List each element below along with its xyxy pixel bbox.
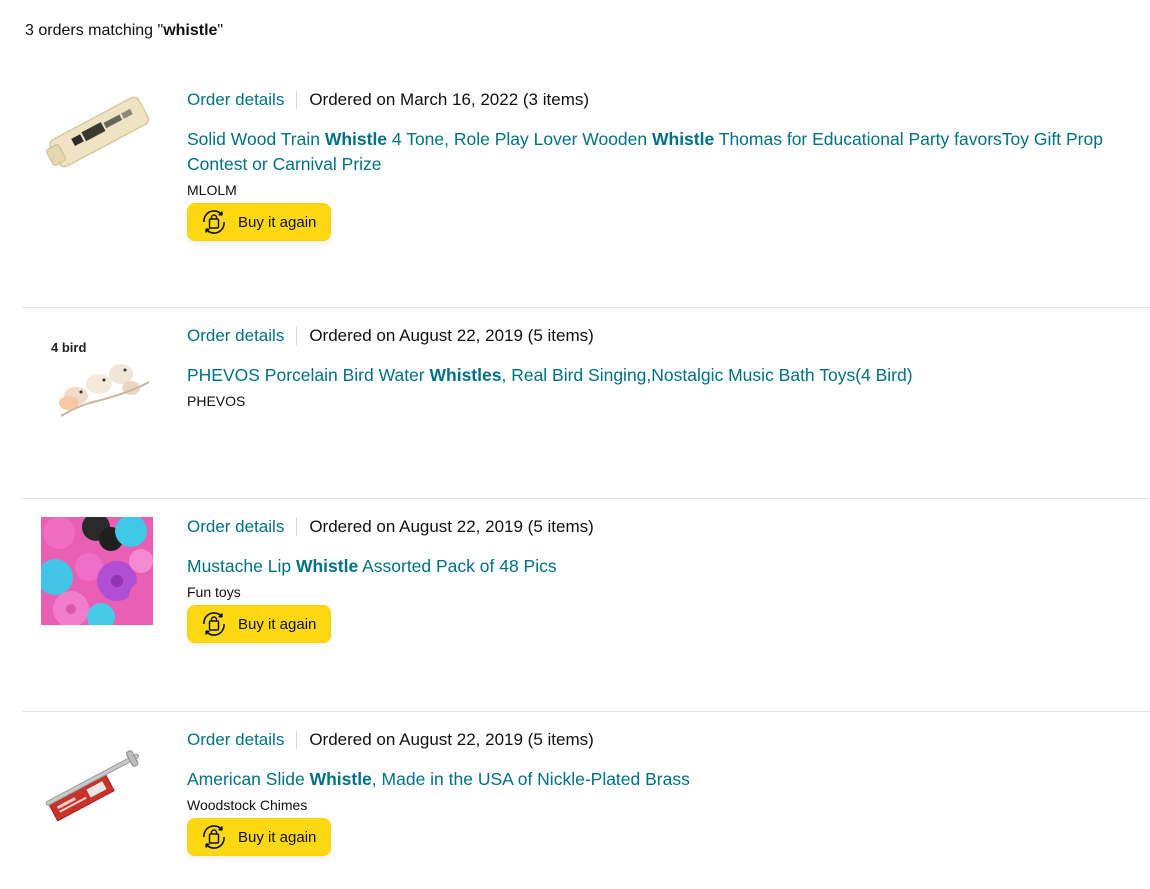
product-title-link[interactable]: American Slide Whistle, Made in the USA … xyxy=(187,767,1130,792)
title-match: Whistle xyxy=(309,769,372,789)
order-date: Ordered on August 22, 2019 (5 items) xyxy=(309,730,594,749)
title-text: Mustache Lip xyxy=(187,556,296,576)
order-date: Ordered on August 22, 2019 (5 items) xyxy=(309,517,594,536)
order-content: Order details Ordered on August 22, 2019… xyxy=(187,516,1130,645)
title-text: Assorted Pack of 48 Pics xyxy=(358,556,557,576)
order-card: 4 bird Order details Ordered on August 2… xyxy=(22,320,1150,490)
product-brand: MLOLM xyxy=(187,182,237,198)
search-results-summary: 3 orders matching "whistle" xyxy=(25,22,223,40)
order-details-link[interactable]: Order details xyxy=(187,325,284,347)
order-details-link[interactable]: Order details xyxy=(187,729,284,751)
product-title-link[interactable]: PHEVOS Porcelain Bird Water Whistles, Re… xyxy=(187,363,1130,388)
order-content: Order details Ordered on August 22, 2019… xyxy=(187,325,1130,410)
results-suffix: " xyxy=(217,22,224,39)
image-label: 4 bird xyxy=(51,340,86,355)
meta-separator xyxy=(296,91,298,109)
buy-it-again-button[interactable]: Buy it again xyxy=(187,605,332,643)
title-text: American Slide xyxy=(187,769,310,789)
product-title-link[interactable]: Mustache Lip Whistle Assorted Pack of 48… xyxy=(187,554,1130,579)
order-card: Order details Ordered on August 22, 2019… xyxy=(22,511,1150,701)
results-count: 3 orders matching " xyxy=(25,22,164,39)
product-brand: PHEVOS xyxy=(187,393,246,409)
order-meta: Order details Ordered on March 16, 2022 … xyxy=(187,89,1130,111)
product-image-wooden-whistle[interactable] xyxy=(41,82,153,190)
product-image-slide-whistle[interactable] xyxy=(41,730,153,838)
title-text: , Made in the USA of Nickle-Plated Brass xyxy=(371,769,690,789)
title-text: Solid Wood Train xyxy=(187,129,325,149)
title-text: PHEVOS Porcelain Bird Water xyxy=(187,365,430,385)
buy-it-again-button[interactable]: Buy it again xyxy=(187,818,332,856)
title-text: 4 Tone, Role Play Lover Wooden xyxy=(387,129,652,149)
product-image-mustache-whistles[interactable] xyxy=(41,517,153,625)
order-date: Ordered on August 22, 2019 (5 items) xyxy=(309,326,594,345)
reorder-bag-icon xyxy=(198,821,230,853)
product-brand: Fun toys xyxy=(187,584,241,600)
order-divider xyxy=(22,711,1150,712)
order-content: Order details Ordered on August 22, 2019… xyxy=(187,729,1130,858)
meta-separator xyxy=(296,327,298,345)
title-match: Whistle xyxy=(651,129,715,149)
order-meta: Order details Ordered on August 22, 2019… xyxy=(187,516,1130,538)
buy-it-again-label: Buy it again xyxy=(238,213,317,231)
order-card: Order details Ordered on March 16, 2022 … xyxy=(22,82,1150,302)
title-match: Whistle xyxy=(324,129,388,149)
order-details-link[interactable]: Order details xyxy=(187,89,284,111)
order-meta: Order details Ordered on August 22, 2019… xyxy=(187,729,1130,751)
reorder-bag-icon xyxy=(198,206,230,238)
product-title-link[interactable]: Solid Wood Train Whistle 4 Tone, Role Pl… xyxy=(187,127,1130,177)
meta-separator xyxy=(296,518,298,536)
buy-it-again-label: Buy it again xyxy=(238,828,317,846)
title-match: Whistles xyxy=(429,365,502,385)
reorder-bag-icon xyxy=(198,608,230,640)
order-divider xyxy=(22,307,1150,308)
order-details-link[interactable]: Order details xyxy=(187,516,284,538)
search-query: whistle xyxy=(163,22,218,39)
meta-separator xyxy=(296,731,298,749)
order-date: Ordered on March 16, 2022 (3 items) xyxy=(309,90,590,109)
title-text: , Real Bird Singing,Nostalgic Music Bath… xyxy=(501,365,913,385)
product-image-bird-whistles[interactable]: 4 bird xyxy=(41,330,153,438)
buy-it-again-label: Buy it again xyxy=(238,615,317,633)
title-match: Whistle xyxy=(295,556,359,576)
order-content: Order details Ordered on March 16, 2022 … xyxy=(187,89,1130,243)
order-meta: Order details Ordered on August 22, 2019… xyxy=(187,325,1130,347)
buy-it-again-button[interactable]: Buy it again xyxy=(187,203,332,241)
product-brand: Woodstock Chimes xyxy=(187,797,308,813)
order-divider xyxy=(22,498,1150,499)
order-card: Order details Ordered on August 22, 2019… xyxy=(22,724,1150,884)
